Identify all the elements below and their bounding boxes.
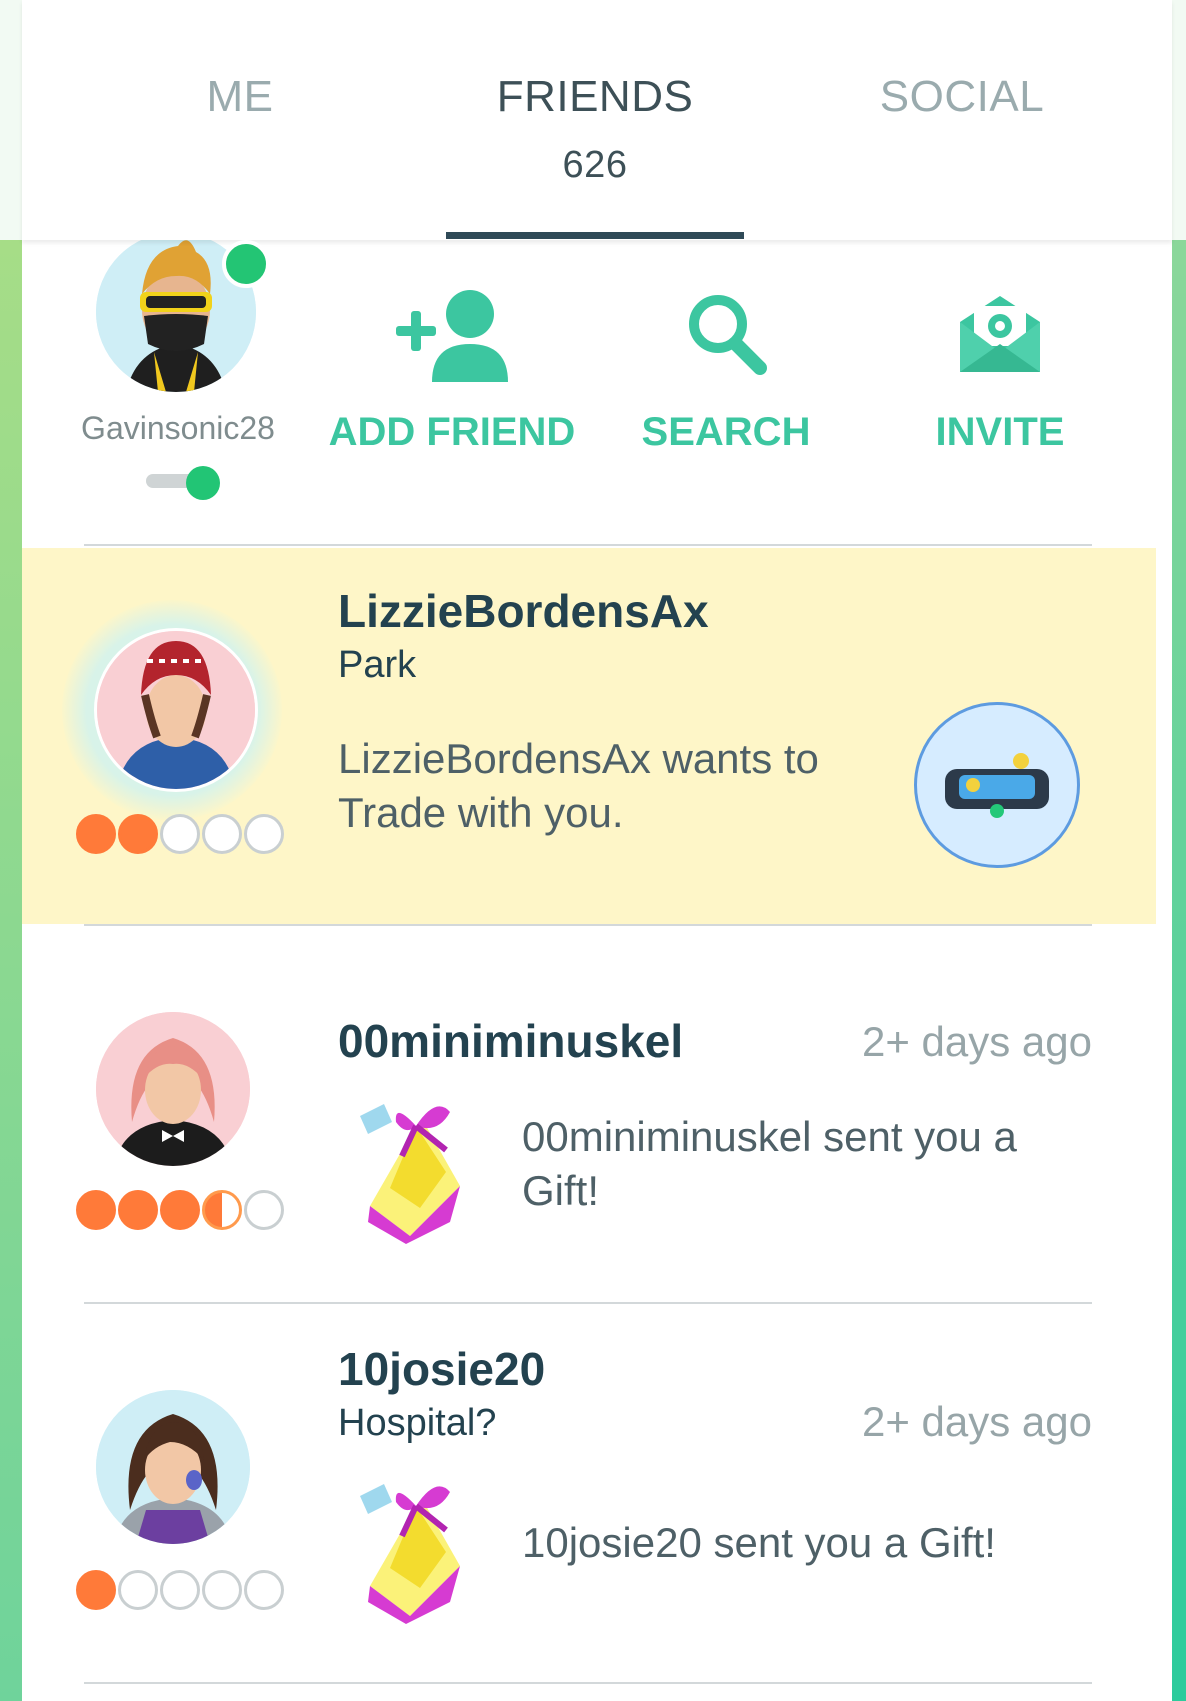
tab-bar: ME FRIENDS 626 SOCIAL bbox=[22, 0, 1172, 240]
friend-name: 10josie20 bbox=[338, 1343, 546, 1395]
divider bbox=[84, 544, 1092, 546]
trainer-avatar-icon bbox=[96, 1012, 250, 1166]
last-interaction-time: 2+ days ago bbox=[861, 1398, 1092, 1445]
friends-count: 626 bbox=[562, 144, 628, 186]
friendship-level-hearts bbox=[76, 814, 284, 854]
heart-icon bbox=[118, 814, 158, 854]
tab-me[interactable]: ME bbox=[150, 72, 330, 122]
add-friend-label: ADD FRIEND bbox=[328, 410, 576, 454]
friend-message: LizzieBordensAx wants to Trade with you. bbox=[338, 735, 819, 836]
heart-icon bbox=[160, 1190, 200, 1230]
trainer-avatar-icon bbox=[97, 631, 255, 789]
tab-friends-label: FRIENDS bbox=[496, 72, 694, 121]
trade-button[interactable] bbox=[914, 702, 1080, 868]
gift-message: 00miniminuskel sent you a Gift! bbox=[522, 1113, 1017, 1214]
heart-icon bbox=[76, 814, 116, 854]
invite-label: INVITE bbox=[935, 410, 1065, 454]
gift-icon bbox=[360, 1104, 460, 1244]
heart-icon bbox=[202, 1570, 242, 1610]
trainer-avatar-icon bbox=[96, 1390, 250, 1544]
trade-icon bbox=[945, 753, 1049, 818]
online-status-dot bbox=[222, 240, 270, 288]
friend-location: Park bbox=[338, 644, 417, 686]
heart-icon bbox=[118, 1190, 158, 1230]
last-interaction-time: 2+ days ago bbox=[861, 1018, 1092, 1065]
search-label: SEARCH bbox=[641, 410, 811, 454]
search-icon bbox=[689, 295, 767, 375]
add-person-icon bbox=[396, 290, 508, 382]
heart-icon bbox=[160, 814, 200, 854]
heart-icon bbox=[118, 1570, 158, 1610]
tab-me-label: ME bbox=[206, 72, 274, 121]
left-gradient-edge bbox=[0, 240, 22, 1701]
friend-avatar[interactable] bbox=[94, 628, 258, 792]
heart-icon bbox=[244, 1570, 284, 1610]
heart-icon bbox=[202, 1190, 242, 1230]
divider bbox=[84, 1302, 1092, 1304]
heart-icon bbox=[244, 1190, 284, 1230]
active-tab-indicator bbox=[446, 232, 744, 239]
friendship-level-hearts bbox=[76, 1190, 284, 1230]
envelope-icon bbox=[960, 296, 1040, 372]
heart-icon bbox=[160, 1570, 200, 1610]
friend-avatar[interactable] bbox=[96, 1012, 250, 1166]
friendship-level-hearts bbox=[76, 1570, 284, 1610]
heart-icon bbox=[76, 1190, 116, 1230]
heart-icon bbox=[76, 1570, 116, 1610]
tab-social-label: SOCIAL bbox=[879, 72, 1045, 121]
friend-location: Hospital? bbox=[338, 1402, 497, 1444]
online-toggle-knob[interactable] bbox=[186, 466, 220, 500]
gift-message: 10josie20 sent you a Gift! bbox=[522, 1519, 996, 1566]
gift-icon bbox=[360, 1484, 460, 1624]
tab-friends[interactable]: FRIENDS 626 bbox=[446, 72, 744, 187]
my-username: Gavinsonic28 bbox=[81, 410, 275, 446]
tab-social[interactable]: SOCIAL bbox=[842, 72, 1082, 122]
friend-avatar[interactable] bbox=[96, 1390, 250, 1544]
divider bbox=[84, 1682, 1092, 1684]
heart-icon bbox=[244, 814, 284, 854]
divider bbox=[84, 924, 1092, 926]
heart-icon bbox=[202, 814, 242, 854]
left-edge-top bbox=[0, 0, 22, 240]
friend-name: LizzieBordensAx bbox=[338, 585, 709, 637]
friend-name: 00miniminuskel bbox=[338, 1015, 684, 1067]
